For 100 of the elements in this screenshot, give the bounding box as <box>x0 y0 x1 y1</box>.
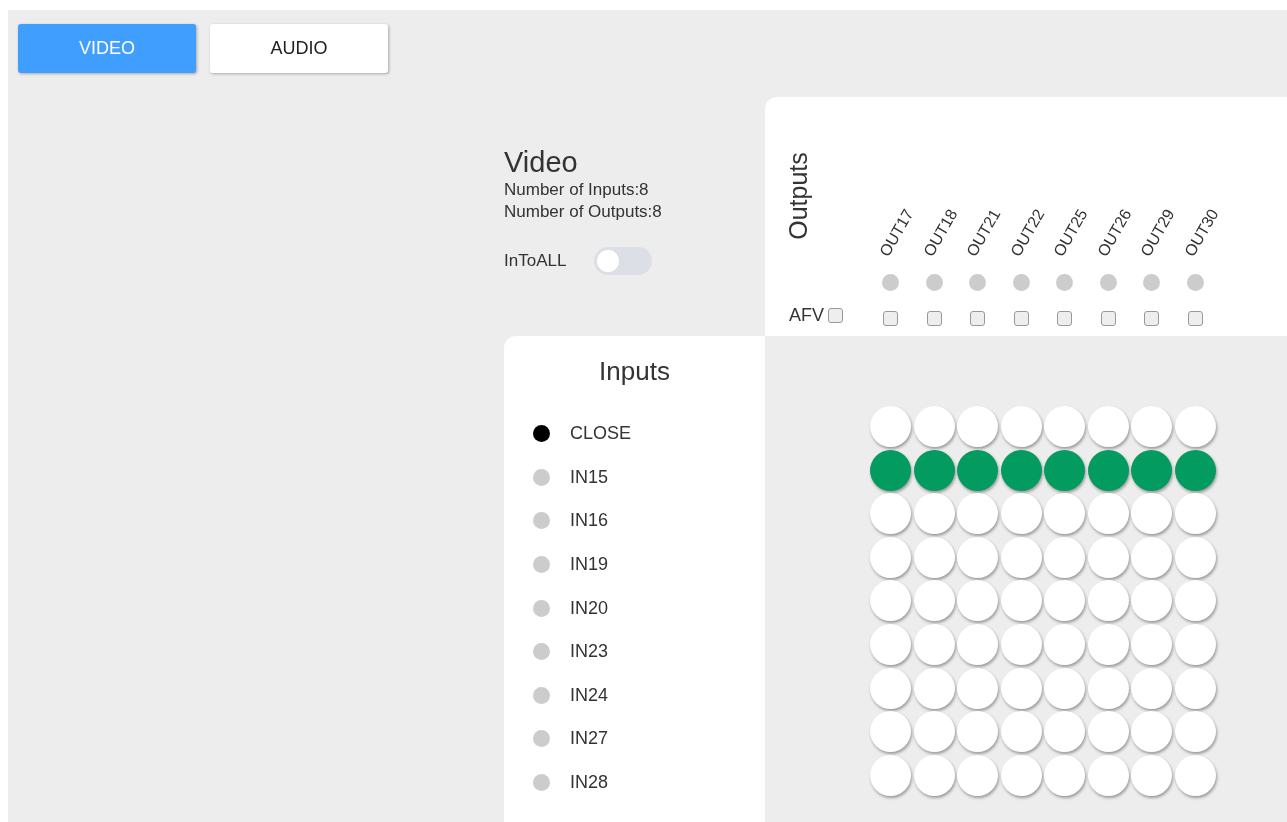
crosspoint-button[interactable] <box>1044 449 1085 491</box>
crosspoint-button[interactable] <box>957 623 998 665</box>
output-dot[interactable] <box>1143 274 1161 291</box>
output-checkbox[interactable] <box>1013 311 1029 326</box>
input-label[interactable]: IN23 <box>570 641 609 663</box>
output-dot[interactable] <box>925 274 943 291</box>
input-label[interactable]: IN15 <box>570 466 609 488</box>
input-label[interactable]: IN24 <box>570 684 609 706</box>
crosspoint-button[interactable] <box>1174 754 1216 796</box>
crosspoint-button[interactable] <box>913 667 955 709</box>
output-dot[interactable] <box>882 274 900 291</box>
crosspoint-button[interactable] <box>1087 580 1129 622</box>
output-checkbox[interactable] <box>1057 311 1073 326</box>
input-label[interactable]: IN28 <box>570 772 609 794</box>
crosspoint-button[interactable] <box>870 623 911 665</box>
output-dot[interactable] <box>1056 274 1074 291</box>
crosspoint-button[interactable] <box>870 711 911 753</box>
crosspoint-button[interactable] <box>1174 493 1216 535</box>
crosspoint-button[interactable] <box>1131 449 1172 491</box>
afv-checkbox[interactable] <box>828 308 843 323</box>
crosspoint-button[interactable] <box>1174 580 1216 622</box>
crosspoint-button[interactable] <box>1131 536 1172 578</box>
crosspoint-button[interactable] <box>1000 406 1042 447</box>
crosspoint-button[interactable] <box>1087 449 1129 491</box>
input-dot[interactable] <box>533 468 550 486</box>
crosspoint-button[interactable] <box>1087 711 1129 753</box>
crosspoint-button[interactable] <box>1174 536 1216 578</box>
crosspoint-button[interactable] <box>913 536 955 578</box>
crosspoint-button[interactable] <box>870 667 911 709</box>
crosspoint-button[interactable] <box>1131 406 1172 447</box>
crosspoint-button[interactable] <box>1131 623 1172 665</box>
crosspoint-button[interactable] <box>1044 667 1085 709</box>
input-label[interactable]: CLOSE <box>570 423 632 445</box>
output-checkbox[interactable] <box>926 311 942 326</box>
crosspoint-button[interactable] <box>957 536 998 578</box>
input-dot[interactable] <box>533 512 550 530</box>
crosspoint-button[interactable] <box>1087 667 1129 709</box>
crosspoint-button[interactable] <box>957 580 998 622</box>
tab[interactable]: AUDIO <box>210 24 388 73</box>
toggle-switch[interactable] <box>594 247 653 275</box>
crosspoint-button[interactable] <box>1131 667 1172 709</box>
crosspoint-button[interactable] <box>1000 536 1042 578</box>
crosspoint-button[interactable] <box>1000 449 1042 491</box>
crosspoint-button[interactable] <box>870 449 911 491</box>
output-checkbox[interactable] <box>970 311 986 326</box>
crosspoint-button[interactable] <box>913 493 955 535</box>
crosspoint-button[interactable] <box>870 493 911 535</box>
input-label[interactable]: IN16 <box>570 510 609 532</box>
crosspoint-button[interactable] <box>1174 711 1216 753</box>
crosspoint-button[interactable] <box>870 536 911 578</box>
crosspoint-button[interactable] <box>870 754 911 796</box>
output-checkbox[interactable] <box>1100 311 1116 326</box>
input-dot[interactable] <box>533 643 550 661</box>
crosspoint-button[interactable] <box>913 711 955 753</box>
input-dot[interactable] <box>533 599 550 617</box>
crosspoint-button[interactable] <box>1044 406 1085 447</box>
input-label[interactable]: IN27 <box>570 728 609 750</box>
crosspoint-button[interactable] <box>1000 623 1042 665</box>
crosspoint-button[interactable] <box>1131 711 1172 753</box>
crosspoint-button[interactable] <box>1087 493 1129 535</box>
crosspoint-button[interactable] <box>1000 580 1042 622</box>
crosspoint-button[interactable] <box>1174 449 1216 491</box>
crosspoint-button[interactable] <box>913 754 955 796</box>
crosspoint-button[interactable] <box>1174 623 1216 665</box>
input-dot[interactable] <box>533 556 550 574</box>
input-dot[interactable] <box>533 425 550 443</box>
input-label[interactable]: IN20 <box>570 597 609 619</box>
crosspoint-button[interactable] <box>957 711 998 753</box>
crosspoint-button[interactable] <box>1044 493 1085 535</box>
crosspoint-button[interactable] <box>1000 711 1042 753</box>
output-checkbox[interactable] <box>1144 311 1160 326</box>
crosspoint-button[interactable] <box>957 406 998 447</box>
crosspoint-button[interactable] <box>1087 754 1129 796</box>
crosspoint-button[interactable] <box>957 493 998 535</box>
crosspoint-button[interactable] <box>1174 406 1216 447</box>
crosspoint-button[interactable] <box>1000 754 1042 796</box>
output-dot[interactable] <box>1186 274 1204 291</box>
crosspoint-button[interactable] <box>870 406 911 447</box>
crosspoint-button[interactable] <box>1044 711 1085 753</box>
crosspoint-button[interactable] <box>1131 580 1172 622</box>
crosspoint-button[interactable] <box>1000 493 1042 535</box>
crosspoint-button[interactable] <box>1087 623 1129 665</box>
crosspoint-button[interactable] <box>913 406 955 447</box>
crosspoint-button[interactable] <box>913 580 955 622</box>
input-dot[interactable] <box>533 730 550 748</box>
crosspoint-button[interactable] <box>913 449 955 491</box>
crosspoint-button[interactable] <box>1087 406 1129 447</box>
input-dot[interactable] <box>533 686 550 704</box>
output-checkbox[interactable] <box>1187 311 1203 326</box>
output-dot[interactable] <box>1099 274 1117 291</box>
crosspoint-button[interactable] <box>1044 754 1085 796</box>
crosspoint-button[interactable] <box>1131 493 1172 535</box>
output-checkbox[interactable] <box>883 311 899 326</box>
crosspoint-button[interactable] <box>870 580 911 622</box>
crosspoint-button[interactable] <box>957 449 998 491</box>
output-dot[interactable] <box>1012 274 1030 291</box>
output-dot[interactable] <box>969 274 987 291</box>
crosspoint-button[interactable] <box>957 667 998 709</box>
crosspoint-button[interactable] <box>913 623 955 665</box>
crosspoint-button[interactable] <box>1000 667 1042 709</box>
